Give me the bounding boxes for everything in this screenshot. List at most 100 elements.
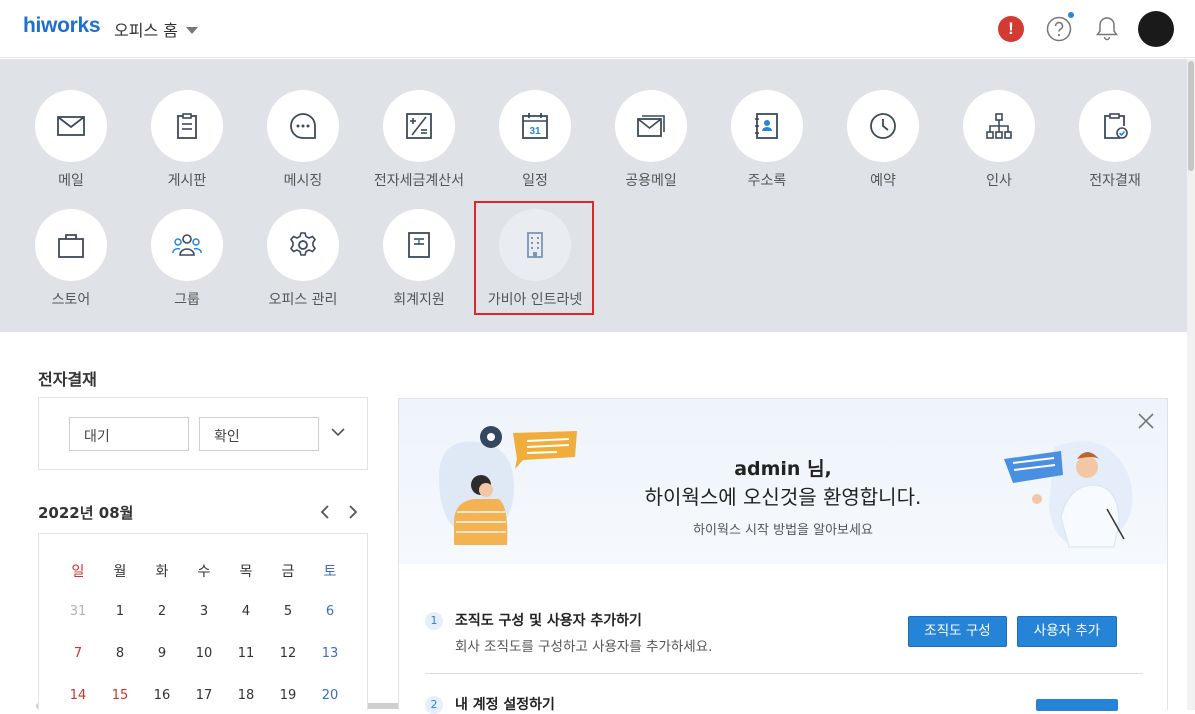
- approval-section-title: 전자결재: [38, 370, 97, 389]
- app-label: 일정: [522, 173, 548, 189]
- top-bar: hiworks 오피스 홈 !: [0, 0, 1195, 58]
- welcome-headline: 하이웍스에 오신것을 환영합니다.: [644, 485, 922, 509]
- avatar[interactable]: [1138, 11, 1174, 47]
- chevron-down-icon[interactable]: [331, 425, 345, 439]
- approval-confirm-chip[interactable]: 확인: [199, 417, 319, 451]
- calendar-weekday: 수: [197, 564, 211, 580]
- calendar-weekday: 일: [71, 564, 85, 580]
- app-label: 주소록: [747, 173, 787, 189]
- close-icon[interactable]: [1137, 412, 1155, 430]
- calendar-weekday: 월: [113, 564, 127, 580]
- calendar-day-number: 31: [529, 126, 541, 137]
- chat-bubble-icon: [267, 90, 339, 162]
- office-home-dropdown[interactable]: 오피스 홈: [114, 17, 198, 41]
- step-description: 회사 조직도를 구성하고 사용자를 추가하세요.: [455, 639, 713, 655]
- vertical-scrollbar[interactable]: [1187, 59, 1195, 710]
- welcome-panel: admin 님, 하이웍스에 오신것을 환영합니다. 하이웍스 시작 방법을 알…: [398, 398, 1168, 714]
- calendar-day[interactable]: 2: [147, 604, 177, 619]
- calendar-day[interactable]: 18: [231, 688, 261, 703]
- calendar-day[interactable]: 13: [315, 646, 345, 661]
- calendar-day[interactable]: 20: [315, 688, 345, 703]
- tax-invoice-icon: [383, 90, 455, 162]
- calendar-day[interactable]: 5: [273, 604, 303, 619]
- shopping-bag-icon: [35, 209, 107, 281]
- calendar-day[interactable]: 16: [147, 688, 177, 703]
- welcome-banner: admin 님, 하이웍스에 오신것을 환영합니다. 하이웍스 시작 방법을 알…: [399, 399, 1167, 564]
- address-book-icon: [731, 90, 803, 162]
- notification-dot: [1068, 12, 1074, 18]
- calendar-day[interactable]: 11: [231, 646, 261, 661]
- app-store[interactable]: 스토어: [13, 209, 129, 321]
- org-chart-icon: [963, 90, 1035, 162]
- app-messaging[interactable]: 메시징: [245, 90, 361, 202]
- app-approval[interactable]: 전자결재: [1057, 90, 1173, 202]
- calendar-day[interactable]: 19: [273, 688, 303, 703]
- app-accounting[interactable]: 회계지원: [361, 209, 477, 321]
- app-shared-mail[interactable]: 공용메일: [593, 90, 709, 202]
- app-calendar[interactable]: 31 일정: [477, 90, 593, 202]
- ledger-icon: [383, 209, 455, 281]
- app-address-book[interactable]: 주소록: [709, 90, 825, 202]
- app-reservation[interactable]: 예약: [825, 90, 941, 202]
- bell-icon[interactable]: [1095, 15, 1119, 43]
- office-home-label: 오피스 홈: [114, 21, 178, 40]
- calendar-weekday: 화: [155, 564, 169, 580]
- approval-widget: 대기 확인: [38, 397, 368, 470]
- app-office-admin[interactable]: 오피스 관리: [245, 209, 361, 321]
- calendar-weekday: 토: [323, 564, 337, 580]
- calendar-day[interactable]: 14: [63, 688, 93, 703]
- org-chart-setup-button[interactable]: 조직도 구성: [908, 616, 1007, 647]
- scrollbar-thumb[interactable]: [1188, 61, 1194, 171]
- gear-icon: [267, 209, 339, 281]
- help-icon[interactable]: [1046, 16, 1072, 42]
- add-user-button[interactable]: 사용자 추가: [1017, 616, 1117, 647]
- app-hr[interactable]: 인사: [941, 90, 1057, 202]
- calendar-day[interactable]: 9: [147, 646, 177, 661]
- step-number-badge: 1: [425, 612, 443, 630]
- calendar-month-title: 2022년 08월: [38, 504, 134, 522]
- step-title: 내 계정 설정하기: [455, 697, 555, 713]
- clipboard-icon: [151, 90, 223, 162]
- chevron-left-icon[interactable]: [318, 504, 332, 520]
- calendar-icon: 31: [499, 90, 571, 162]
- clock-icon: [847, 90, 919, 162]
- app-mail[interactable]: 메일: [13, 90, 129, 202]
- app-group[interactable]: 그룹: [129, 209, 245, 321]
- calendar-day[interactable]: 8: [105, 646, 135, 661]
- app-label: 공용메일: [625, 173, 677, 189]
- app-board[interactable]: 게시판: [129, 90, 245, 202]
- calendar-day[interactable]: 15: [105, 688, 135, 703]
- alert-icon[interactable]: !: [998, 16, 1024, 42]
- calendar-day[interactable]: 31: [63, 604, 93, 619]
- group-icon: [151, 209, 223, 281]
- app-label: 게시판: [167, 173, 207, 189]
- app-tax-invoice[interactable]: 전자세금계산서: [361, 90, 477, 202]
- calendar-day[interactable]: 1: [105, 604, 135, 619]
- app-label: 전자세금계산서: [373, 173, 465, 189]
- app-launcher: 메일 게시판 메시징 전자세금계산서 31 일정 공용메일 주소록 예약 인사 …: [0, 59, 1187, 332]
- hiworks-logo[interactable]: hiworks: [23, 14, 101, 38]
- calendar-day[interactable]: 17: [189, 688, 219, 703]
- calendar-day[interactable]: 12: [273, 646, 303, 661]
- calendar-day[interactable]: 3: [189, 604, 219, 619]
- calendar-weekday: 금: [281, 564, 295, 580]
- app-label: 전자결재: [1089, 173, 1141, 189]
- caret-down-icon: [185, 26, 198, 34]
- account-settings-button[interactable]: [1036, 699, 1118, 711]
- step-title: 조직도 구성 및 사용자 추가하기: [455, 613, 642, 629]
- calendar-day[interactable]: 4: [231, 604, 261, 619]
- divider: [425, 673, 1143, 674]
- app-label: 인사: [986, 173, 1012, 189]
- mail-icon: [35, 90, 107, 162]
- calendar-day[interactable]: 7: [63, 646, 93, 661]
- calendar-day[interactable]: 6: [315, 604, 345, 619]
- approval-waiting-chip[interactable]: 대기: [69, 417, 189, 451]
- app-label: 예약: [870, 173, 896, 189]
- welcome-subtitle: 하이웍스 시작 방법을 알아보세요: [693, 523, 873, 538]
- chevron-right-icon[interactable]: [346, 504, 360, 520]
- calendar-day[interactable]: 10: [189, 646, 219, 661]
- step-number-badge: 2: [425, 696, 443, 714]
- app-label: 그룹: [174, 292, 200, 308]
- shared-mail-icon: [615, 90, 687, 162]
- app-label: 스토어: [51, 292, 91, 308]
